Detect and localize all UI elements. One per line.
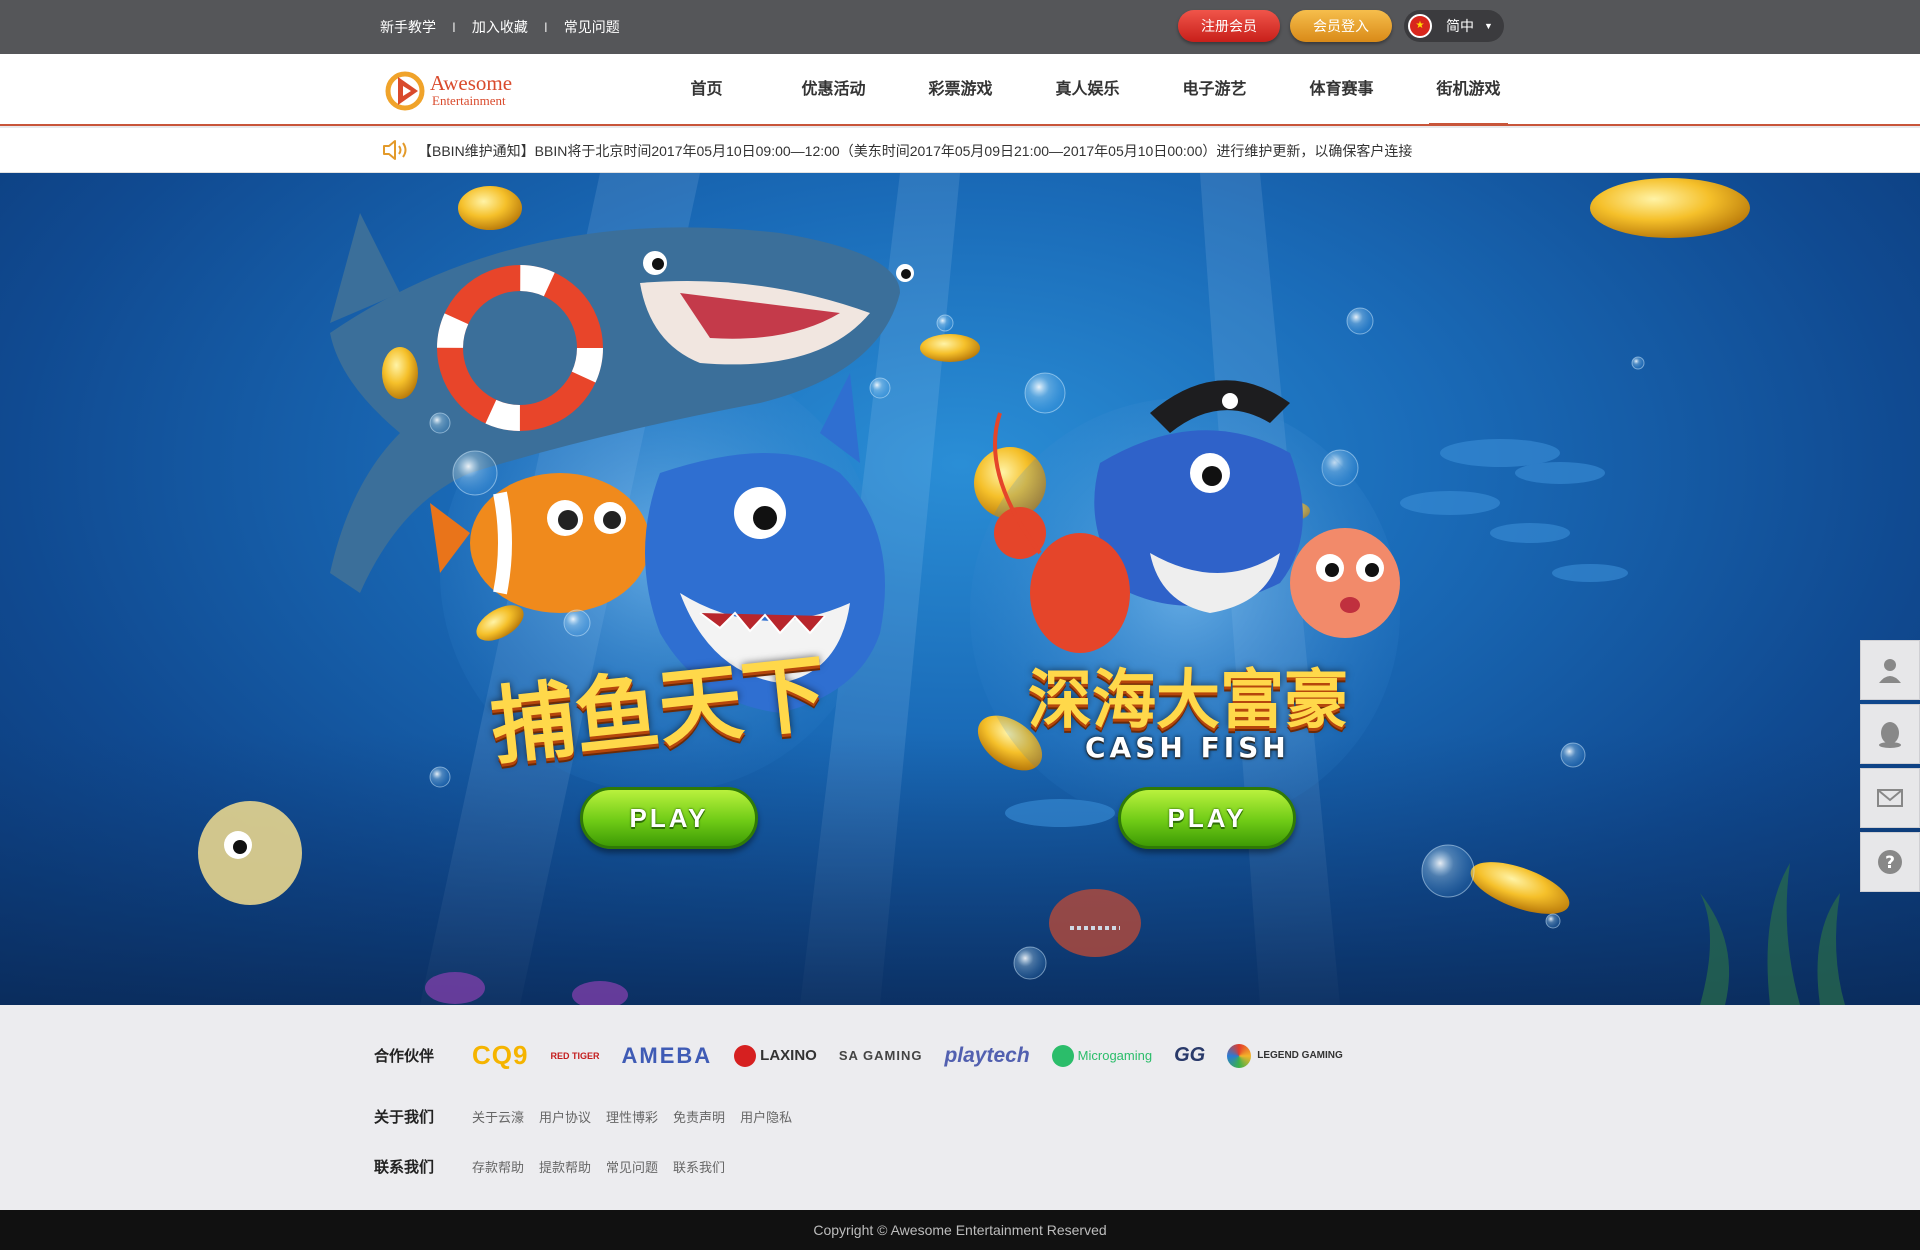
nav-item-sports[interactable]: 体育赛事: [1278, 54, 1405, 126]
contact-row: 联系我们 存款帮助 提款帮助 常见问题 联系我们: [374, 1156, 740, 1177]
top-bar: 新手教学 I 加入收藏 I 常见问题 注册会员 会员登入 ★ 简中 ▼: [0, 0, 1920, 54]
language-label: 简中: [1446, 18, 1474, 34]
user-icon: [1879, 659, 1901, 683]
partner-logo-laxino[interactable]: LAXINO: [734, 1044, 817, 1067]
login-button[interactable]: 会员登入: [1290, 10, 1392, 42]
contact-link[interactable]: 提款帮助: [539, 1157, 591, 1176]
partner-logo-microgaming[interactable]: Microgaming: [1051, 1044, 1152, 1067]
contact-heading: 联系我们: [374, 1159, 435, 1176]
nav-item-slots[interactable]: 电子游艺: [1151, 54, 1278, 126]
nav-item-arcade[interactable]: 街机游戏: [1405, 54, 1532, 126]
partner-logo-gg[interactable]: GG: [1174, 1044, 1205, 1067]
footer: 合作伙伴 CQ9 RED TIGER AMEBA LAXINO SA GAMIN…: [0, 1005, 1920, 1210]
nav-item-lottery[interactable]: 彩票游戏: [897, 54, 1024, 126]
speaker-icon: [383, 140, 407, 160]
hero-banner: 捕鱼天下 PLAY 深海大富豪 CASH FISH PLAY: [0, 173, 1920, 1005]
partner-logo-red-tiger[interactable]: RED TIGER: [550, 1051, 599, 1061]
partners-row: 合作伙伴 CQ9 RED TIGER AMEBA LAXINO SA GAMIN…: [374, 1040, 1365, 1071]
partners-heading: 合作伙伴: [374, 1048, 435, 1065]
contact-link[interactable]: 联系我们: [673, 1157, 725, 1176]
nav-menu: 首页 优惠活动 彩票游戏 真人娱乐 电子游艺 体育赛事 街机游戏: [643, 54, 1532, 126]
side-help[interactable]: ?: [1860, 832, 1920, 892]
about-link[interactable]: 免责声明: [673, 1107, 725, 1126]
side-customer-service[interactable]: [1860, 640, 1920, 700]
play-button-fishing-world[interactable]: PLAY: [580, 787, 758, 849]
underwater-scene: [0, 173, 1920, 1005]
about-link[interactable]: 用户协议: [539, 1107, 591, 1126]
partner-logo-legend-gaming[interactable]: LEGEND GAMING: [1227, 1043, 1343, 1068]
brand-name: Awesome: [430, 71, 513, 95]
side-mail[interactable]: [1860, 768, 1920, 828]
top-links: 新手教学 I 加入收藏 I 常见问题: [380, 17, 620, 37]
nav-item-live-casino[interactable]: 真人娱乐: [1024, 54, 1151, 126]
game-title-cash-fish: 深海大富豪: [1028, 664, 1348, 738]
top-link-bookmark[interactable]: 加入收藏: [472, 17, 528, 37]
copyright-text: Copyright © Awesome Entertainment Reserv…: [0, 1210, 1920, 1250]
logo-mark-icon: [385, 71, 425, 111]
anglerfish-illustration: [1049, 889, 1141, 957]
top-link-tutorial[interactable]: 新手教学: [380, 17, 436, 37]
register-button[interactable]: 注册会员: [1178, 10, 1280, 42]
main-navbar: Awesome Entertainment 首页 优惠活动 彩票游戏 真人娱乐 …: [0, 54, 1920, 126]
qq-icon: [1879, 722, 1901, 748]
about-link[interactable]: 用户隐私: [740, 1107, 792, 1126]
language-selector[interactable]: ★ 简中 ▼: [1404, 10, 1504, 42]
chevron-down-icon: ▼: [1484, 21, 1493, 31]
game-subtitle-cash-fish: CASH FISH: [1085, 731, 1290, 764]
partner-logo-sa-gaming[interactable]: SA GAMING: [839, 1048, 923, 1063]
contact-link[interactable]: 常见问题: [606, 1157, 658, 1176]
about-row: 关于我们 关于云濠 用户协议 理性博彩 免责声明 用户隐私: [374, 1106, 807, 1127]
notice-text: 【BBIN维护通知】BBIN将于北京时间2017年05月10日09:00—12:…: [418, 143, 1413, 159]
brand-logo[interactable]: Awesome Entertainment: [384, 69, 512, 111]
nav-item-home[interactable]: 首页: [643, 54, 770, 126]
contact-link[interactable]: 存款帮助: [472, 1157, 524, 1176]
svg-text:?: ?: [1885, 853, 1895, 873]
pufferfish-bottom-illustration: [198, 801, 302, 905]
pufferfish-illustration: [1290, 528, 1400, 638]
about-link[interactable]: 理性博彩: [606, 1107, 658, 1126]
china-flag-icon: ★: [1408, 14, 1432, 38]
about-link[interactable]: 关于云濠: [472, 1107, 524, 1126]
about-heading: 关于我们: [374, 1109, 435, 1126]
divider: I: [543, 19, 548, 35]
mail-icon: [1877, 789, 1903, 807]
divider: I: [452, 19, 456, 35]
help-icon: ?: [1878, 850, 1902, 874]
side-qq[interactable]: [1860, 704, 1920, 764]
brand-subname: Entertainment: [432, 93, 506, 108]
play-button-cash-fish[interactable]: PLAY: [1118, 787, 1296, 849]
nav-item-promotions[interactable]: 优惠活动: [770, 54, 897, 126]
partner-logo-cq9[interactable]: CQ9: [472, 1040, 528, 1071]
top-link-faq[interactable]: 常见问题: [564, 17, 620, 37]
notice-bar: 【BBIN维护通知】BBIN将于北京时间2017年05月10日09:00—12:…: [0, 128, 1920, 173]
partner-logo-ameba[interactable]: AMEBA: [621, 1043, 712, 1069]
partner-logo-playtech[interactable]: playtech: [944, 1044, 1029, 1068]
